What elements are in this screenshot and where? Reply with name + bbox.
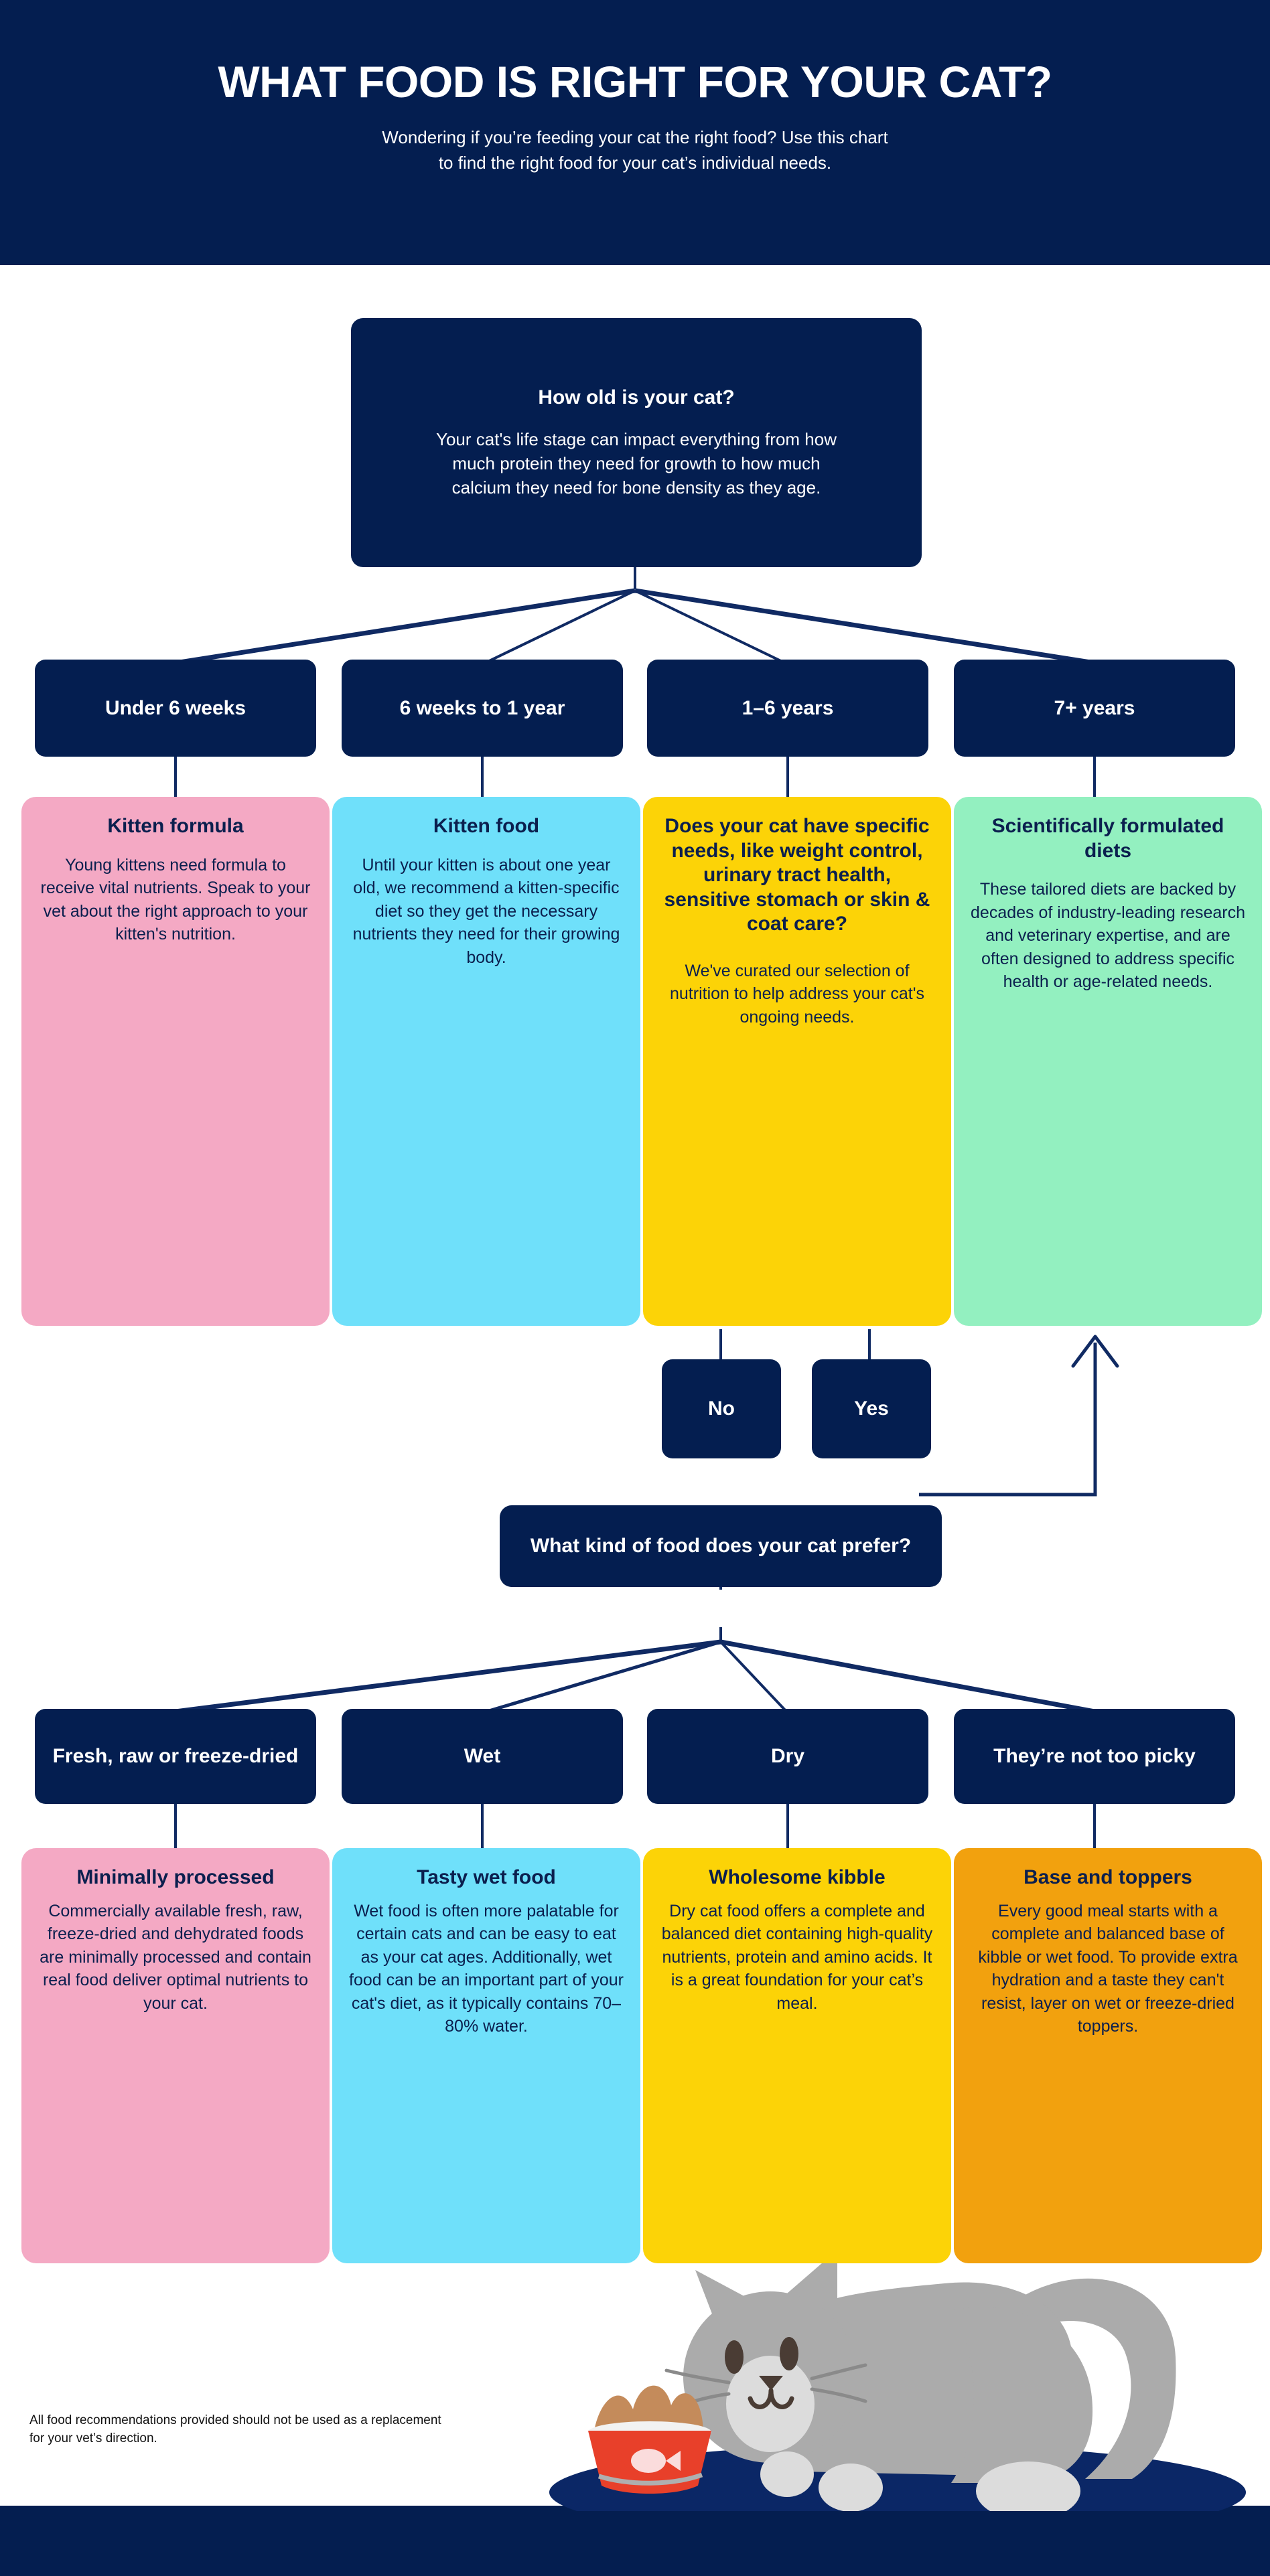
page-subtitle: Wondering if you’re feeding your cat the…	[382, 125, 888, 175]
footer-bar	[0, 2506, 1270, 2576]
food-card-wholesome-kibble: Wholesome kibble Dry cat food offers a c…	[643, 1848, 951, 2263]
card-title: Base and toppers	[1024, 1866, 1192, 1888]
food-option-dry[interactable]: Dry	[647, 1709, 928, 1804]
fish-icon	[631, 2449, 666, 2473]
age-option-label: Under 6 weeks	[104, 696, 246, 719]
age-card-scientifically-formulated-diets: Scientifically formulated diets These ta…	[954, 797, 1262, 1326]
card-title: Kitten food	[433, 815, 540, 837]
cat-front-paw-right	[819, 2464, 883, 2511]
age-option-7-plus-years[interactable]: 7+ years	[954, 660, 1235, 757]
card-body: We've curated our selection of nutrition…	[670, 961, 924, 1027]
card-body: Dry cat food offers a complete and balan…	[661, 1901, 933, 2013]
root-question-box: How old is your cat? Your cat's life sta…	[351, 318, 922, 567]
cat-front-paw-left	[760, 2451, 814, 2497]
food-card-tasty-wet-food: Tasty wet food Wet food is often more pa…	[332, 1848, 640, 2263]
age-option-1-6-years[interactable]: 1–6 years	[647, 660, 928, 757]
card-body: Commercially available fresh, raw, freez…	[40, 1901, 311, 2013]
card-title: Scientifically formulated diets	[991, 815, 1224, 862]
age-option-under-6-weeks[interactable]: Under 6 weeks	[35, 660, 316, 757]
age-card-specific-needs-question: Does your cat have specific needs, like …	[643, 797, 951, 1326]
age-card-kitten-formula: Kitten formula Young kittens need formul…	[21, 797, 330, 1326]
cat-with-food-bowl-illustration	[549, 2250, 1246, 2511]
cat-eye-right	[780, 2337, 798, 2370]
age-option-6-weeks-to-1-year[interactable]: 6 weeks to 1 year	[342, 660, 623, 757]
card-body: Every good meal starts with a complete a…	[978, 1901, 1238, 2036]
card-title: Kitten formula	[107, 815, 244, 837]
card-body: Until your kitten is about one year old,…	[352, 855, 620, 967]
food-option-label: Wet	[464, 1745, 501, 1767]
card-title: Tasty wet food	[417, 1866, 556, 1888]
page-header: WHAT FOOD IS RIGHT FOR YOUR CAT? Wonderi…	[0, 0, 1270, 265]
root-question-body: Your cat's life stage can impact everyth…	[436, 429, 837, 498]
food-option-fresh-raw-freeze-dried[interactable]: Fresh, raw or freeze-dried	[35, 1709, 316, 1804]
food-option-label: Dry	[770, 1745, 805, 1767]
page-subtitle-line-1: Wondering if you’re feeding your cat the…	[382, 127, 888, 148]
card-body: These tailored diets are backed by decad…	[971, 880, 1245, 992]
food-option-label: They’re not too picky	[993, 1745, 1196, 1767]
cat-eye-left	[725, 2340, 744, 2374]
page-subtitle-line-2: to find the right food for your cat’s in…	[438, 152, 832, 173]
branch-answer-label: No	[708, 1397, 735, 1420]
age-option-label: 1–6 years	[742, 696, 834, 719]
food-option-wet[interactable]: Wet	[342, 1709, 623, 1804]
age-card-kitten-food: Kitten food Until your kitten is about o…	[332, 797, 640, 1326]
branch-answer-yes[interactable]: Yes	[812, 1359, 931, 1458]
branch-answer-label: Yes	[854, 1397, 889, 1420]
disclaimer-text: All food recommendations provided should…	[29, 2413, 441, 2445]
age-option-label: 7+ years	[1054, 696, 1135, 719]
food-preference-question-title: What kind of food does your cat prefer?	[530, 1535, 912, 1558]
food-card-base-and-toppers: Base and toppers Every good meal starts …	[954, 1848, 1262, 2263]
age-option-label: 6 weeks to 1 year	[399, 696, 565, 719]
branch-answer-no[interactable]: No	[662, 1359, 781, 1458]
card-body: Young kittens need formula to receive vi…	[40, 855, 311, 944]
card-title: Wholesome kibble	[709, 1866, 886, 1888]
food-preference-question-box: What kind of food does your cat prefer?	[500, 1505, 942, 1587]
food-option-label: Fresh, raw or freeze-dried	[52, 1745, 299, 1767]
food-option-not-too-picky[interactable]: They’re not too picky	[954, 1709, 1235, 1804]
card-title: Minimally processed	[76, 1866, 275, 1888]
card-body: Wet food is often more palatable for cer…	[349, 1901, 624, 2036]
root-question-title: How old is your cat?	[538, 386, 735, 409]
page-title: WHAT FOOD IS RIGHT FOR YOUR CAT?	[218, 57, 1052, 106]
card-title: Does your cat have specific needs, like …	[664, 815, 930, 935]
food-card-minimally-processed: Minimally processed Commercially availab…	[21, 1848, 330, 2263]
